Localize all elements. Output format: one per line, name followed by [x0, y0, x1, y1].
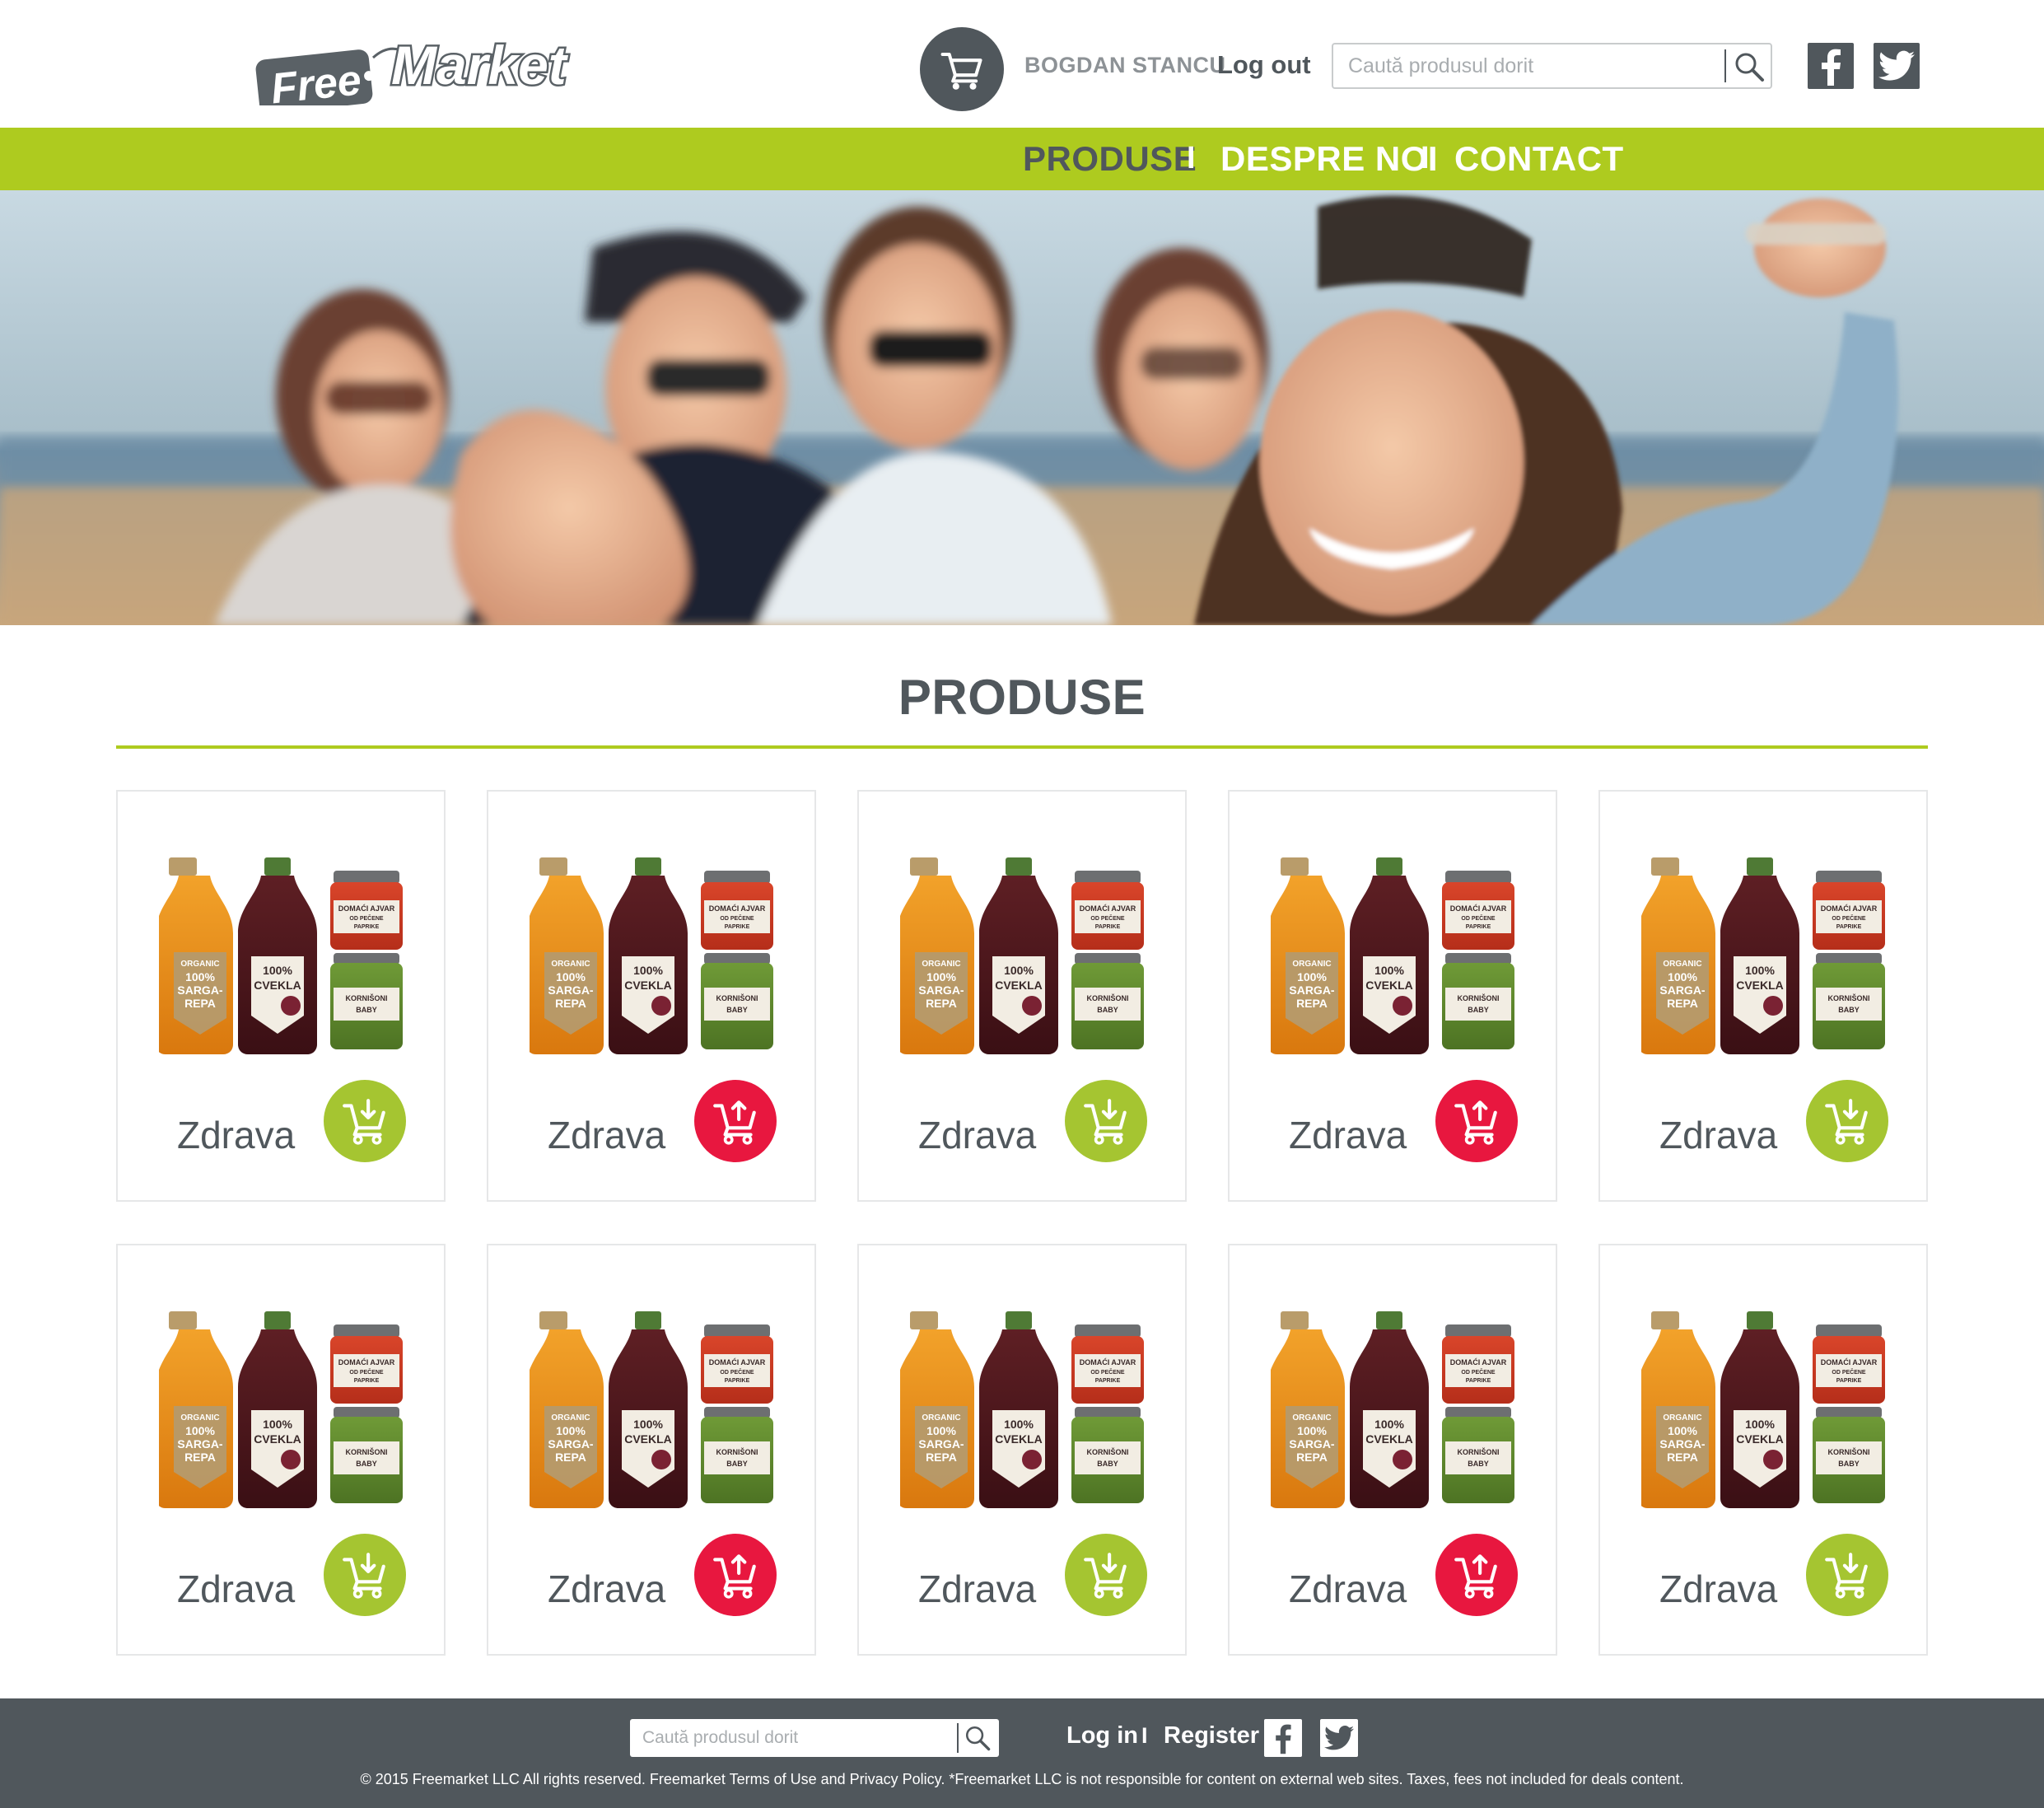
product-card[interactable]: Zdrava: [1228, 790, 1557, 1202]
add-to-cart-button[interactable]: [1806, 1534, 1888, 1616]
add-to-cart-button[interactable]: [1806, 1080, 1888, 1162]
facebook-icon: [1276, 1724, 1291, 1754]
product-name: Zdrava: [548, 1114, 666, 1156]
search-divider: [1724, 49, 1726, 82]
footer-search-input[interactable]: [630, 1719, 955, 1757]
product-card[interactable]: Zdrava: [1228, 1244, 1557, 1656]
remove-from-cart-button[interactable]: [1435, 1534, 1518, 1616]
cart-upload-icon: [710, 1549, 761, 1600]
user-name: BOGDAN STANCU: [1024, 53, 1226, 77]
register-link[interactable]: Register: [1164, 1722, 1259, 1750]
search-divider: [957, 1723, 959, 1753]
logo-market-text: Market: [391, 35, 569, 96]
product-name: Zdrava: [177, 1567, 296, 1610]
product-image[interactable]: [530, 857, 777, 1055]
product-name: Zdrava: [918, 1114, 1037, 1156]
product-card[interactable]: Zdrava: [1598, 790, 1928, 1202]
header: Free Market BOGDAN STANCU Log out: [0, 0, 2044, 128]
product-name: Zdrava: [1659, 1114, 1778, 1156]
remove-from-cart-button[interactable]: [1435, 1080, 1518, 1162]
cart-upload-icon: [710, 1096, 761, 1147]
product-image[interactable]: [159, 1311, 406, 1509]
cart-upload-icon: [1451, 1096, 1502, 1147]
facebook-link[interactable]: [1264, 1719, 1302, 1757]
cart-button[interactable]: [920, 27, 1004, 111]
cart-download-icon: [1822, 1549, 1873, 1600]
add-to-cart-button[interactable]: [1065, 1080, 1147, 1162]
product-name: Zdrava: [1289, 1567, 1407, 1610]
product-image[interactable]: [530, 1311, 777, 1509]
twitter-link[interactable]: [1874, 43, 1920, 89]
add-to-cart-button[interactable]: [324, 1534, 406, 1616]
product-name: Zdrava: [918, 1567, 1037, 1610]
shopping-cart-icon: [940, 52, 982, 90]
main-nav: PRODUSE I DESPRE NOI I CONTACT: [0, 128, 2044, 190]
product-card[interactable]: Zdrava: [857, 1244, 1187, 1656]
footer: Log in I Register © 2015 Freemarket LLC …: [0, 1698, 2044, 1808]
search-icon[interactable]: [964, 1724, 992, 1752]
hero-image: [0, 190, 2044, 625]
product-card[interactable]: Zdrava: [116, 1244, 446, 1656]
facebook-link[interactable]: [1808, 43, 1854, 89]
cart-download-icon: [1822, 1096, 1873, 1147]
product-card[interactable]: Zdrava: [1598, 1244, 1928, 1656]
title-underline: [116, 745, 1928, 749]
twitter-link[interactable]: [1320, 1719, 1358, 1757]
nav-item-despre-noi[interactable]: DESPRE NOI: [1220, 139, 1438, 179]
remove-from-cart-button[interactable]: [694, 1534, 777, 1616]
product-name: Zdrava: [548, 1567, 666, 1610]
product-image[interactable]: [1271, 857, 1518, 1055]
nav-item-contact[interactable]: CONTACT: [1454, 139, 1624, 179]
product-image[interactable]: [1641, 857, 1888, 1055]
cart-upload-icon: [1451, 1549, 1502, 1600]
logo-free-text: Free: [268, 56, 363, 105]
product-image[interactable]: [900, 1311, 1147, 1509]
product-card[interactable]: Zdrava: [487, 1244, 816, 1656]
freemarket-logo[interactable]: Free Market: [251, 23, 597, 105]
header-search: [1332, 43, 1772, 89]
cart-download-icon: [339, 1096, 390, 1147]
footer-search: [630, 1719, 999, 1757]
copyright-text: © 2015 Freemarket LLC All rights reserve…: [360, 1771, 1684, 1787]
add-to-cart-button[interactable]: [324, 1080, 406, 1162]
twitter-icon: [1324, 1726, 1354, 1750]
product-card[interactable]: Zdrava: [487, 790, 816, 1202]
nav-separator: I: [1421, 141, 1430, 175]
product-image[interactable]: [1271, 1311, 1518, 1509]
login-link[interactable]: Log in: [1066, 1722, 1138, 1750]
twitter-icon: [1878, 50, 1915, 81]
product-name: Zdrava: [177, 1114, 296, 1156]
nav-item-produse[interactable]: PRODUSE: [1023, 139, 1197, 179]
cart-download-icon: [1080, 1096, 1132, 1147]
nav-separator: I: [1187, 141, 1196, 175]
logout-link[interactable]: Log out: [1217, 50, 1311, 80]
product-image[interactable]: [159, 857, 406, 1055]
search-input[interactable]: [1333, 44, 1724, 87]
remove-from-cart-button[interactable]: [694, 1080, 777, 1162]
add-to-cart-button[interactable]: [1065, 1534, 1147, 1616]
product-image[interactable]: [1641, 1311, 1888, 1509]
hero-banner: [0, 190, 2044, 625]
product-name: Zdrava: [1659, 1567, 1778, 1610]
product-image[interactable]: [900, 857, 1147, 1055]
footer-separator: I: [1141, 1723, 1148, 1748]
product-card[interactable]: Zdrava: [857, 790, 1187, 1202]
product-name: Zdrava: [1289, 1114, 1407, 1156]
product-card[interactable]: Zdrava: [116, 790, 446, 1202]
cart-download-icon: [339, 1549, 390, 1600]
cart-download-icon: [1080, 1549, 1132, 1600]
section-title: PRODUSE: [898, 670, 1146, 725]
search-icon[interactable]: [1733, 50, 1766, 83]
facebook-icon: [1822, 49, 1841, 86]
